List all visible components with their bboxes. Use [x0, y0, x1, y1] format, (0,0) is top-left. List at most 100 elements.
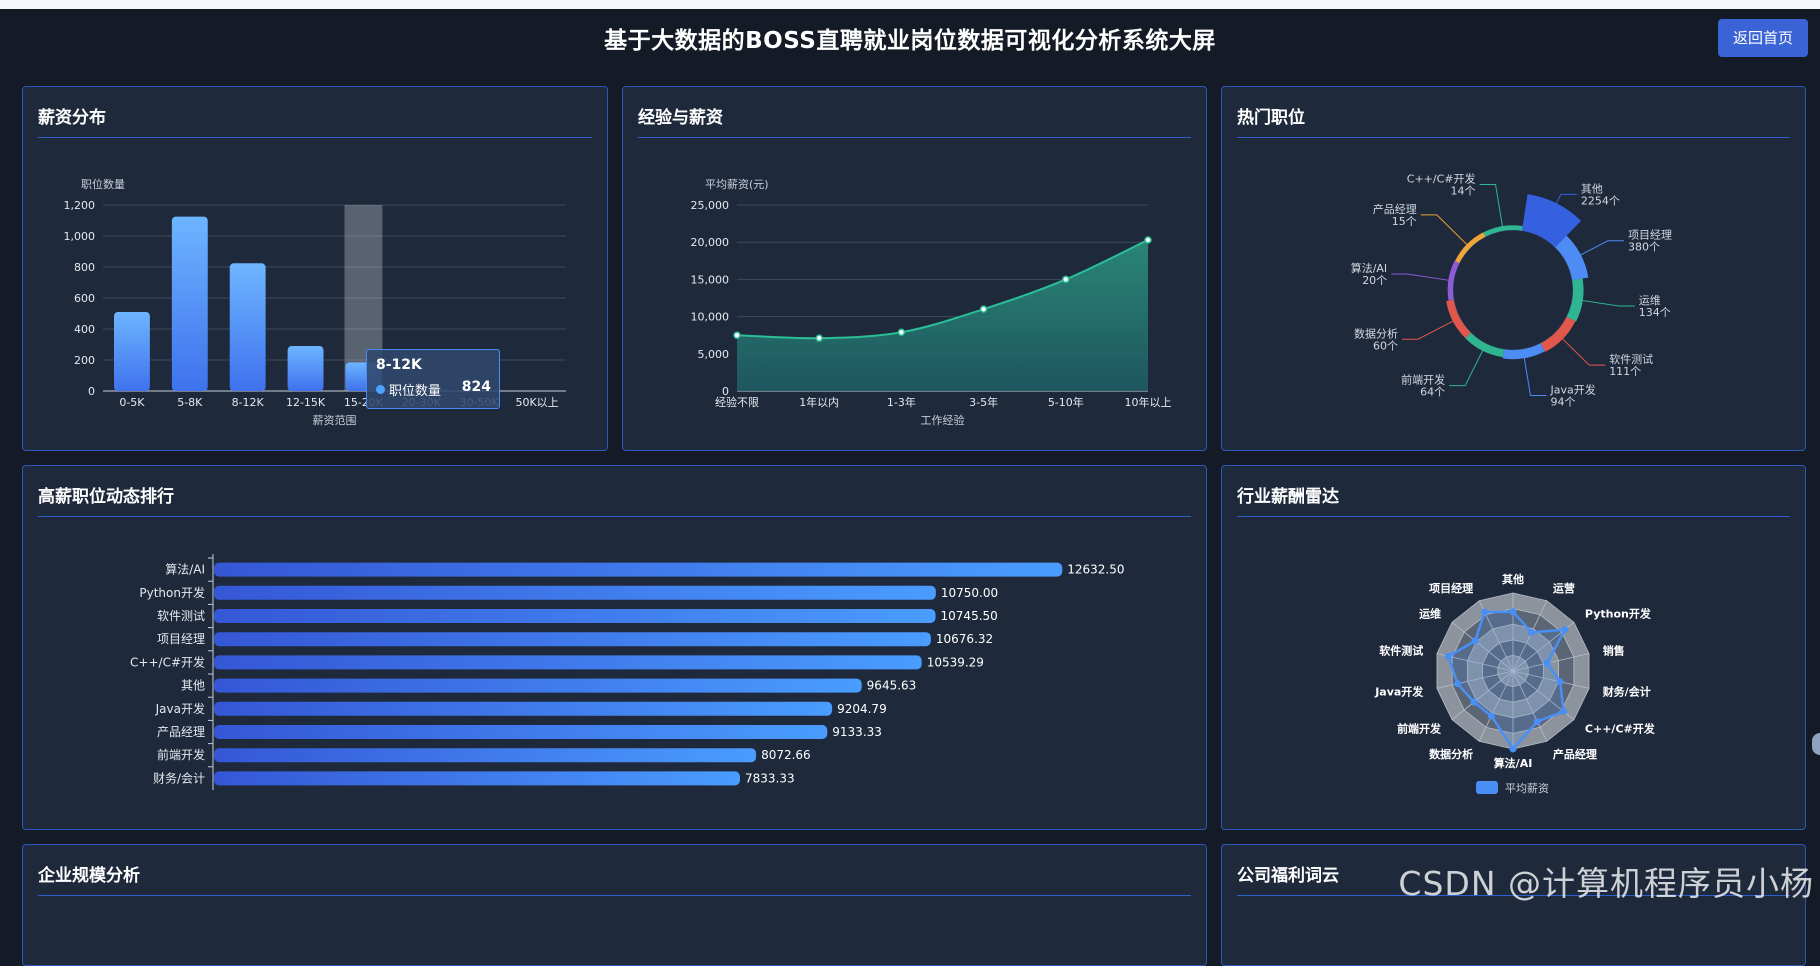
x-tick-label: 经验不限: [715, 395, 759, 409]
radar-point: [1453, 680, 1461, 688]
y-tick-label: 15,000: [691, 273, 730, 286]
slice-label: Java开发: [1549, 383, 1595, 397]
radar-point: [1470, 698, 1478, 706]
ranking-bar: [214, 655, 922, 670]
data-point: [815, 334, 823, 342]
slice-label: 算法/AI: [1351, 261, 1387, 275]
radar-indicator-label: 算法/AI: [1493, 756, 1533, 770]
radar-indicator-label: 销售: [1603, 644, 1625, 658]
pie-slice: [1465, 332, 1505, 358]
slice-value: 64个: [1420, 386, 1445, 399]
leader-line: [1479, 183, 1504, 227]
slice-value: 14个: [1451, 184, 1476, 197]
value-label: 9204.79: [837, 702, 887, 716]
ranking-bar: [214, 585, 936, 600]
csdn-watermark: CSDN @计算机程序员小杨: [1398, 864, 1814, 903]
salary-ranking-bar-chart[interactable]: 算法/AI 12632.50 Python开发 10750.00 软件测试 10745.5…: [23, 466, 1206, 829]
data-point: [979, 305, 988, 313]
slice-value: 94个: [1550, 396, 1575, 409]
category-label: 财务/会计: [153, 770, 205, 785]
ranking-bar: [214, 632, 931, 647]
value-label: 9133.33: [832, 725, 882, 739]
radar-indicator-label: 运维: [1419, 607, 1441, 621]
x-tick-label: 5-10年: [1048, 395, 1084, 409]
y-tick-label: 0: [88, 385, 95, 398]
experience-area-chart[interactable]: 平均薪资(元)05,00010,00015,00020,00025,000经验不…: [623, 87, 1206, 450]
radar-indicator-label: C++/C#开发: [1585, 721, 1656, 735]
radar-point: [1444, 652, 1452, 660]
bar: [171, 216, 208, 391]
hot-jobs-rose-chart[interactable]: 其他2254个项目经理380个运维134个软件测试111个Java开发94个前端…: [1222, 87, 1805, 450]
category-label: 前端开发: [157, 747, 205, 762]
ranking-bar: [214, 725, 828, 739]
data-point: [1144, 236, 1152, 244]
leader-line: [1522, 353, 1547, 397]
category-label: 产品经理: [157, 725, 205, 739]
back-home-button[interactable]: 返回首页: [1718, 19, 1808, 57]
pie-slice: [1555, 235, 1589, 281]
x-tick-label: 0-5K: [119, 396, 145, 409]
pie-slice: [1446, 299, 1471, 339]
radar-point: [1556, 678, 1564, 686]
slice-value: 134个: [1639, 306, 1671, 319]
category-label: 算法/AI: [165, 562, 205, 577]
leader-line: [1402, 319, 1457, 340]
leader-line: [1576, 299, 1635, 307]
bar: [287, 346, 324, 391]
panel-title: 企业规模分析: [38, 866, 140, 886]
data-point: [1062, 275, 1070, 284]
legend-swatch: [1476, 781, 1498, 794]
panel-title: 公司福利词云: [1237, 866, 1339, 886]
x-tick-label: 5-8K: [177, 396, 203, 409]
hot-jobs-panel: 热门职位 其他 2254个 项目经理 380个 运维 134个 软件测试 111个 Java开发…: [1221, 86, 1806, 451]
panel-divider: [38, 895, 1191, 896]
radar-point: [1543, 659, 1551, 667]
radar-point: [1560, 707, 1568, 715]
radar-indicator-label: 软件测试: [1379, 644, 1423, 658]
y-tick-label: 20,000: [691, 236, 730, 249]
pie-slice: [1521, 194, 1582, 248]
category-label: C++/C#开发: [130, 654, 205, 669]
ranking-bar: [214, 748, 757, 763]
radar-indicator-label: 财务/会计: [1602, 684, 1651, 698]
ranking-bar: [214, 771, 740, 786]
slice-label: 软件测试: [1609, 352, 1653, 366]
category-label: 软件测试: [157, 608, 205, 623]
y-tick-label: 1,200: [64, 199, 96, 212]
inner-ring: [1452, 229, 1574, 351]
area-fill: [737, 239, 1148, 391]
salary-bar-chart[interactable]: 职位数量 0 200 400 600 800 1,000 1,200 0-5K 5-8K 8-12K…: [23, 87, 607, 450]
series-marker-icon: [376, 385, 385, 394]
x-axis-label: 工作经验: [921, 413, 965, 427]
y-tick-label: 1,000: [64, 230, 96, 243]
leader-line: [1558, 334, 1606, 366]
category-label: Python开发: [139, 585, 205, 600]
category-label: 项目经理: [157, 632, 205, 646]
page-header: 基于大数据的BOSS直聘就业岗位数据可视化分析系统大屏 返回首页: [0, 9, 1820, 73]
y-tick-label: 5,000: [698, 348, 730, 361]
leader-line: [1420, 214, 1468, 246]
scroll-handle[interactable]: [1812, 733, 1820, 755]
y-axis-label: 平均薪资(元): [705, 178, 769, 191]
slice-label: 前端开发: [1401, 373, 1445, 387]
x-tick-label: 1年以内: [799, 395, 839, 409]
radar-point: [1528, 628, 1536, 636]
y-tick-label: 400: [74, 323, 95, 336]
legend-label: 平均薪资: [1505, 782, 1549, 795]
slice-value: 2254个: [1581, 194, 1620, 207]
category-label: 其他: [181, 679, 205, 693]
value-label: 10745.50: [941, 609, 998, 623]
chart-tooltip: 8-12K 职位数量 824: [366, 349, 500, 409]
leader-line: [1391, 273, 1450, 281]
y-tick-label: 25,000: [691, 199, 730, 212]
y-tick-label: 10,000: [691, 311, 730, 324]
radar-point: [1487, 712, 1495, 720]
value-label: 12632.50: [1067, 563, 1124, 577]
slice-value: 20个: [1362, 274, 1387, 287]
tooltip-title: 8-12K: [376, 357, 422, 373]
industry-radar-chart[interactable]: 其他运营 Python开发销售财务/会计 C++/C#开发产品经理算法/AI 数据分析…: [1222, 466, 1805, 829]
slice-label: 产品经理: [1373, 202, 1417, 216]
value-label: 7833.33: [745, 771, 795, 785]
salary-distribution-panel: 薪资分布 职位数量 0 200 400 600 800 1,000 1,200 0-5K 5-8K…: [22, 86, 608, 451]
radar-point: [1533, 718, 1541, 726]
